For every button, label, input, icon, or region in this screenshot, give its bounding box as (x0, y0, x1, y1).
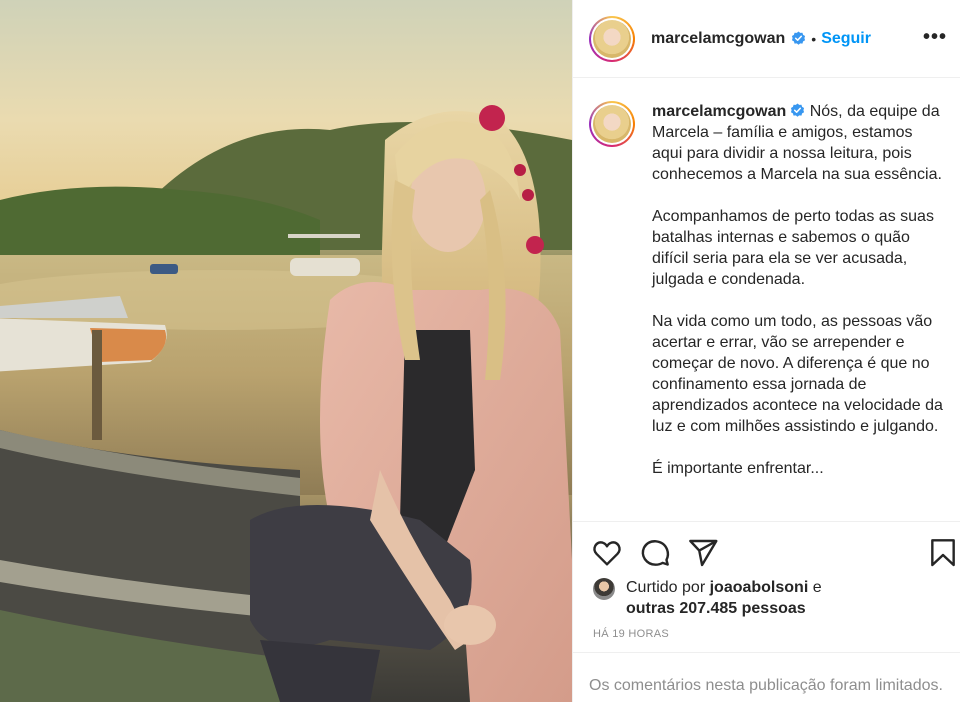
liker-avatar[interactable] (593, 578, 615, 600)
username-link[interactable]: marcelamcgowan (651, 30, 785, 48)
post-side-panel: marcelamcgowan • Seguir ••• marcelamcgow… (572, 0, 960, 702)
verified-badge-icon (791, 103, 805, 117)
action-bar (573, 521, 960, 581)
avatar[interactable] (589, 15, 635, 62)
caption-scroll-area[interactable]: marcelamcgowan Nós, da equipe da Marcela… (573, 79, 960, 521)
likes-summary: Curtido por joaoabolsoni e outras 207.48… (593, 577, 822, 619)
follow-button[interactable]: Seguir (821, 30, 871, 48)
liker-username[interactable]: joaoabolsoni (710, 579, 809, 596)
share-icon[interactable] (687, 537, 719, 569)
comments-limited-notice: Os comentários nesta publicação foram li… (573, 652, 960, 702)
separator-dot: • (811, 30, 817, 47)
heart-icon[interactable] (591, 537, 623, 569)
likes-text: Curtido por joaoabolsoni e outras 207.48… (626, 579, 822, 617)
caption-avatar[interactable] (589, 101, 635, 147)
post-header: marcelamcgowan • Seguir ••• (573, 0, 960, 78)
caption-text: marcelamcgowan Nós, da equipe da Marcela… (652, 101, 943, 479)
bookmark-icon[interactable] (927, 537, 959, 569)
post-timestamp[interactable]: HÁ 19 HORAS (593, 628, 669, 640)
caption-row: marcelamcgowan Nós, da equipe da Marcela… (589, 101, 943, 479)
photo-illustration (0, 0, 572, 702)
post-photo[interactable] (0, 0, 572, 702)
verified-badge-icon (792, 31, 806, 45)
likes-others-link[interactable]: outras 207.485 pessoas (626, 600, 806, 617)
more-options-icon[interactable]: ••• (923, 26, 947, 49)
caption-avatar-image (593, 105, 631, 143)
caption-body: Nós, da equipe da Marcela – família e am… (652, 103, 943, 477)
caption-username[interactable]: marcelamcgowan (652, 103, 786, 120)
avatar-image (593, 19, 631, 58)
comment-icon[interactable] (639, 537, 671, 569)
